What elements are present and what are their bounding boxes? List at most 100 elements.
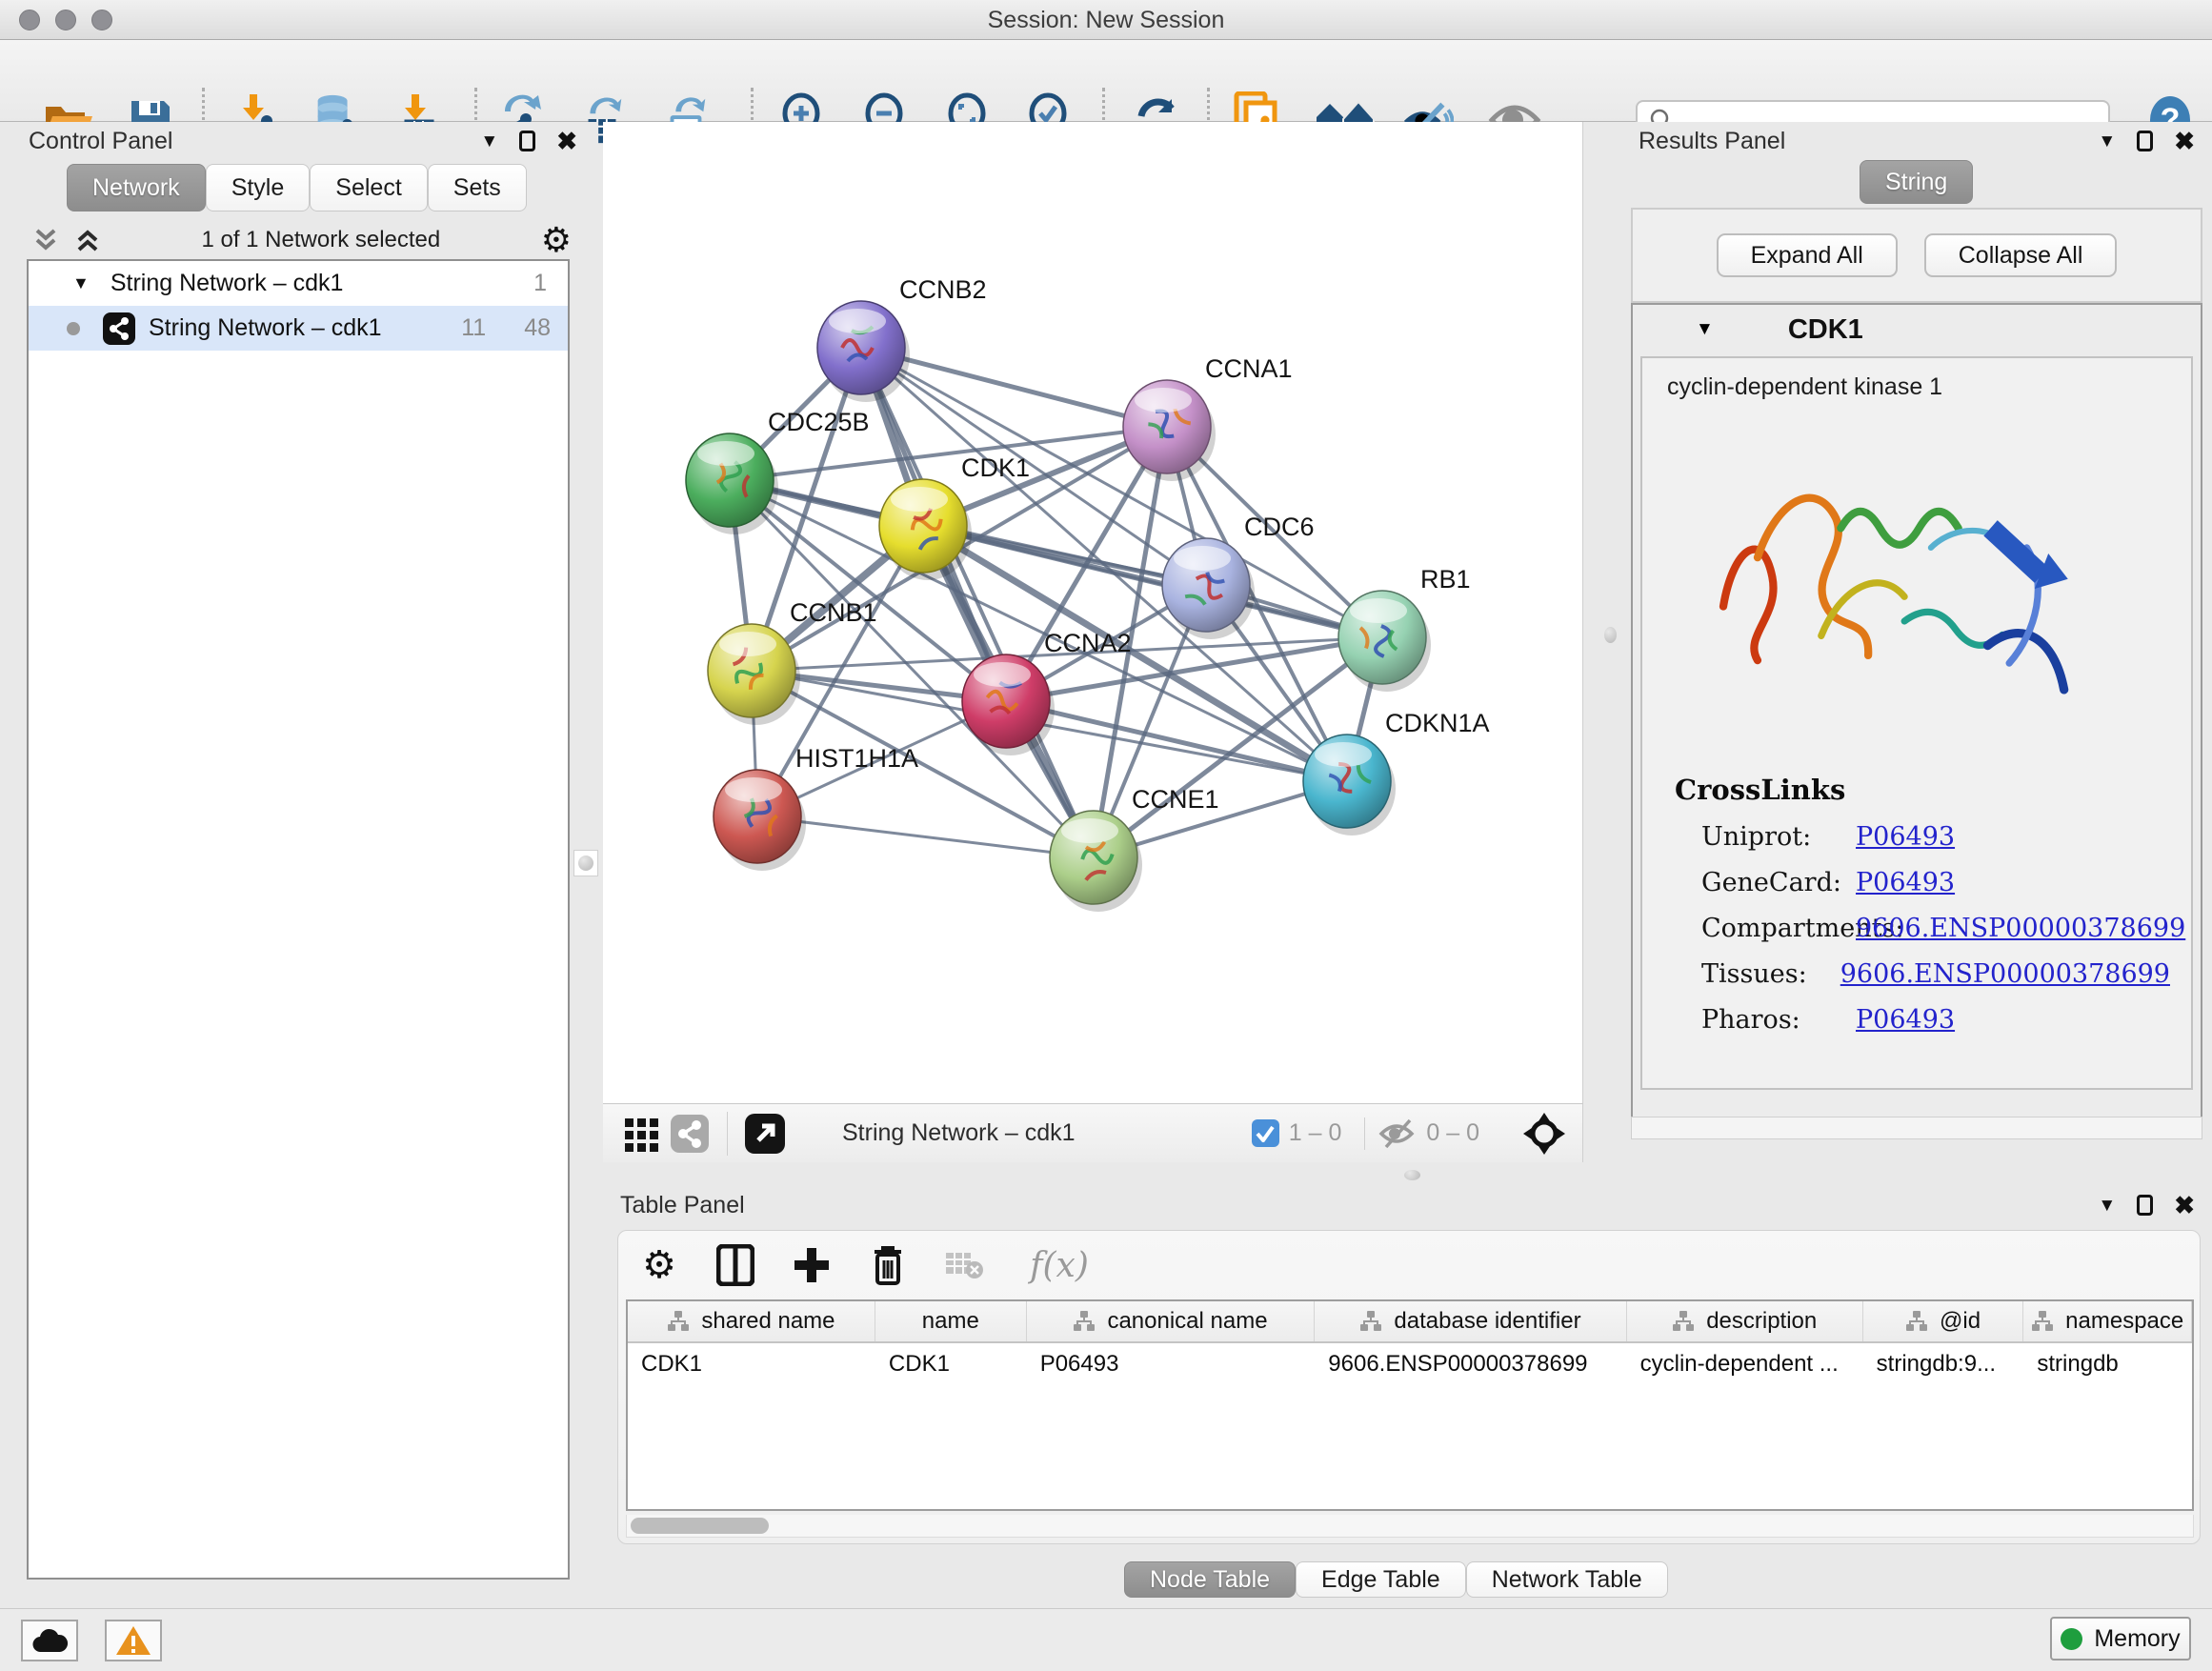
table-row[interactable]: CDK1CDK1P064939606.ENSP00000378699cyclin… (628, 1343, 2192, 1385)
node-table[interactable]: shared namenamecanonical namedatabase id… (626, 1299, 2194, 1511)
network-edge-HIST1H1A-CCNE1[interactable] (757, 816, 1094, 857)
control-panel-close-icon[interactable]: ✖ (556, 129, 577, 153)
crosslink-value-link[interactable]: 9606.ENSP00000378699 (1856, 914, 2185, 943)
collection-network-count: 1 (533, 270, 547, 297)
cloud-status-button[interactable] (21, 1620, 78, 1661)
network-node-rb1[interactable]: RB1 (1338, 565, 1471, 692)
control-panel-float-icon[interactable] (519, 131, 535, 151)
bottom-splitter-handle[interactable] (1404, 1170, 1420, 1180)
crosslink-value-link[interactable]: P06493 (1856, 1005, 1955, 1035)
gene-description: cyclin-dependent kinase 1 (1642, 358, 2191, 401)
network-edge-CCNB2-CCNE1[interactable] (861, 348, 1094, 857)
crosslink-value-link[interactable]: P06493 (1856, 822, 1955, 852)
tab-select[interactable]: Select (310, 164, 427, 211)
column-header-namespace[interactable]: namespace (2023, 1301, 2192, 1341)
create-column-plus-icon[interactable] (788, 1241, 835, 1289)
memory-button[interactable]: Memory (2050, 1617, 2191, 1661)
network-canvas[interactable]: CCNB2CCNA1CDC25BCDK1CDC6RB1CCNB1CCNA2CDK… (603, 122, 1583, 1103)
control-panel: Control Panel ▼ ✖ Network Style Select S… (0, 122, 598, 1608)
gene-collapse-icon[interactable]: ▼ (1696, 319, 1714, 340)
hidden-elements-eye-icon[interactable] (1378, 1117, 1417, 1150)
open-in-new-window-icon[interactable] (741, 1110, 789, 1158)
function-builder-icon[interactable]: f(x) (1016, 1241, 1102, 1289)
tab-network[interactable]: Network (67, 164, 206, 211)
tab-style[interactable]: Style (206, 164, 311, 211)
table-cell[interactable]: 9606.ENSP00000378699 (1315, 1343, 1626, 1385)
column-header--id[interactable]: @id (1863, 1301, 2024, 1341)
warning-icon (115, 1624, 151, 1657)
column-header-shared-name[interactable]: shared name (628, 1301, 875, 1341)
tab-node-table[interactable]: Node Table (1124, 1561, 1296, 1598)
network-graph[interactable]: CCNB2CCNA1CDC25BCDK1CDC6RB1CCNB1CCNA2CDK… (603, 122, 1583, 1103)
left-splitter-handle[interactable] (573, 850, 598, 876)
results-panel-float-icon[interactable] (2137, 131, 2153, 151)
network-collection-row[interactable]: ▼ String Network – cdk1 1 (29, 261, 568, 306)
table-panel-menu-icon[interactable]: ▼ (2098, 1197, 2116, 1215)
results-horizontal-scrollbar[interactable] (1631, 1117, 2202, 1139)
center-view-crosshair-icon[interactable] (1523, 1113, 1565, 1155)
memory-label: Memory (2094, 1625, 2180, 1653)
table-cell[interactable]: stringdb (2023, 1343, 2192, 1385)
table-cell[interactable]: stringdb:9... (1863, 1343, 2024, 1385)
scrollbar-thumb[interactable] (631, 1518, 769, 1534)
tab-network-table[interactable]: Network Table (1466, 1561, 1668, 1598)
table-cell[interactable]: P06493 (1027, 1343, 1316, 1385)
tab-edge-table[interactable]: Edge Table (1296, 1561, 1466, 1598)
tab-sets[interactable]: Sets (428, 164, 527, 211)
crosslink-label: Pharos: (1675, 1005, 1856, 1035)
shared-column-icon (1672, 1310, 1695, 1333)
tab-string-results[interactable]: String (1860, 160, 1973, 204)
collapse-all-networks-icon[interactable] (32, 227, 59, 253)
birds-eye-grid-icon[interactable] (618, 1110, 666, 1158)
column-header-name[interactable]: name (875, 1301, 1027, 1341)
delete-column-trash-icon[interactable] (864, 1241, 912, 1289)
network-options-gear-icon[interactable]: ⚙ (541, 223, 572, 257)
network-node-cdkn1a[interactable]: CDKN1A (1303, 709, 1490, 836)
crosslink-value-link[interactable]: 9606.ENSP00000378699 (1840, 959, 2170, 989)
table-cell[interactable]: cyclin-dependent ... (1627, 1343, 1863, 1385)
network-node-cdc6[interactable]: CDC6 (1162, 513, 1315, 639)
collection-label: String Network – cdk1 (111, 270, 533, 297)
table-horizontal-scrollbar[interactable] (626, 1515, 2194, 1538)
selected-nodes-checkbox[interactable] (1252, 1119, 1279, 1147)
expand-all-button[interactable]: Expand All (1717, 233, 1898, 277)
network-row[interactable]: String Network – cdk1 11 48 (29, 306, 568, 351)
control-panel-menu-icon[interactable]: ▼ (480, 132, 498, 151)
network-view-toolbar: String Network – cdk1 1 – 0 0 – 0 (603, 1103, 1583, 1162)
delete-table-icon[interactable] (940, 1241, 988, 1289)
network-node-count: 11 (461, 314, 486, 342)
network-node-cdc25b[interactable]: CDC25B (686, 408, 870, 534)
shared-column-icon (1359, 1310, 1382, 1333)
right-splitter-handle[interactable] (1604, 627, 1617, 643)
network-node-ccna1[interactable]: CCNA1 (1123, 354, 1293, 481)
table-panel-close-icon[interactable]: ✖ (2174, 1193, 2195, 1218)
crosslink-value-link[interactable]: P06493 (1856, 868, 1955, 897)
crosslink-label: Compartments: (1675, 914, 1856, 943)
column-header-database-identifier[interactable]: database identifier (1315, 1301, 1626, 1341)
network-node-hist1h1a[interactable]: HIST1H1A (714, 744, 918, 871)
network-node-ccnb1[interactable]: CCNB1 (708, 598, 877, 725)
crosslink-row: Pharos:P06493 (1675, 1005, 2170, 1035)
network-selection-status: 1 of 1 Network selected (101, 227, 541, 253)
network-status-dot (67, 322, 80, 335)
expand-all-networks-icon[interactable] (74, 227, 101, 253)
collapse-all-button[interactable]: Collapse All (1924, 233, 2118, 277)
table-cell[interactable]: CDK1 (875, 1343, 1027, 1385)
warning-status-button[interactable] (105, 1620, 162, 1661)
gene-header-row[interactable]: ▼ CDK1 (1633, 305, 2201, 354)
results-panel-close-icon[interactable]: ✖ (2174, 129, 2195, 153)
table-panel: Table Panel ▼ ✖ ⚙ (603, 1184, 2212, 1608)
table-options-gear-icon[interactable]: ⚙ (635, 1241, 683, 1289)
collection-expand-icon[interactable]: ▼ (72, 273, 90, 293)
gene-results-box: ▼ CDK1 cyclin-dependent kinase 1 (1631, 303, 2202, 1139)
table-panel-float-icon[interactable] (2137, 1195, 2153, 1216)
column-header-description[interactable]: description (1627, 1301, 1863, 1341)
column-header-canonical-name[interactable]: canonical name (1027, 1301, 1316, 1341)
network-node-ccne1[interactable]: CCNE1 (1050, 785, 1219, 912)
results-panel-menu-icon[interactable]: ▼ (2098, 132, 2116, 151)
network-share-icon[interactable] (666, 1110, 714, 1158)
gene-detail-card: cyclin-dependent kinase 1 (1640, 356, 2193, 1090)
table-cell[interactable]: CDK1 (628, 1343, 875, 1385)
navbar-separator (727, 1112, 728, 1156)
show-columns-icon[interactable] (712, 1241, 759, 1289)
